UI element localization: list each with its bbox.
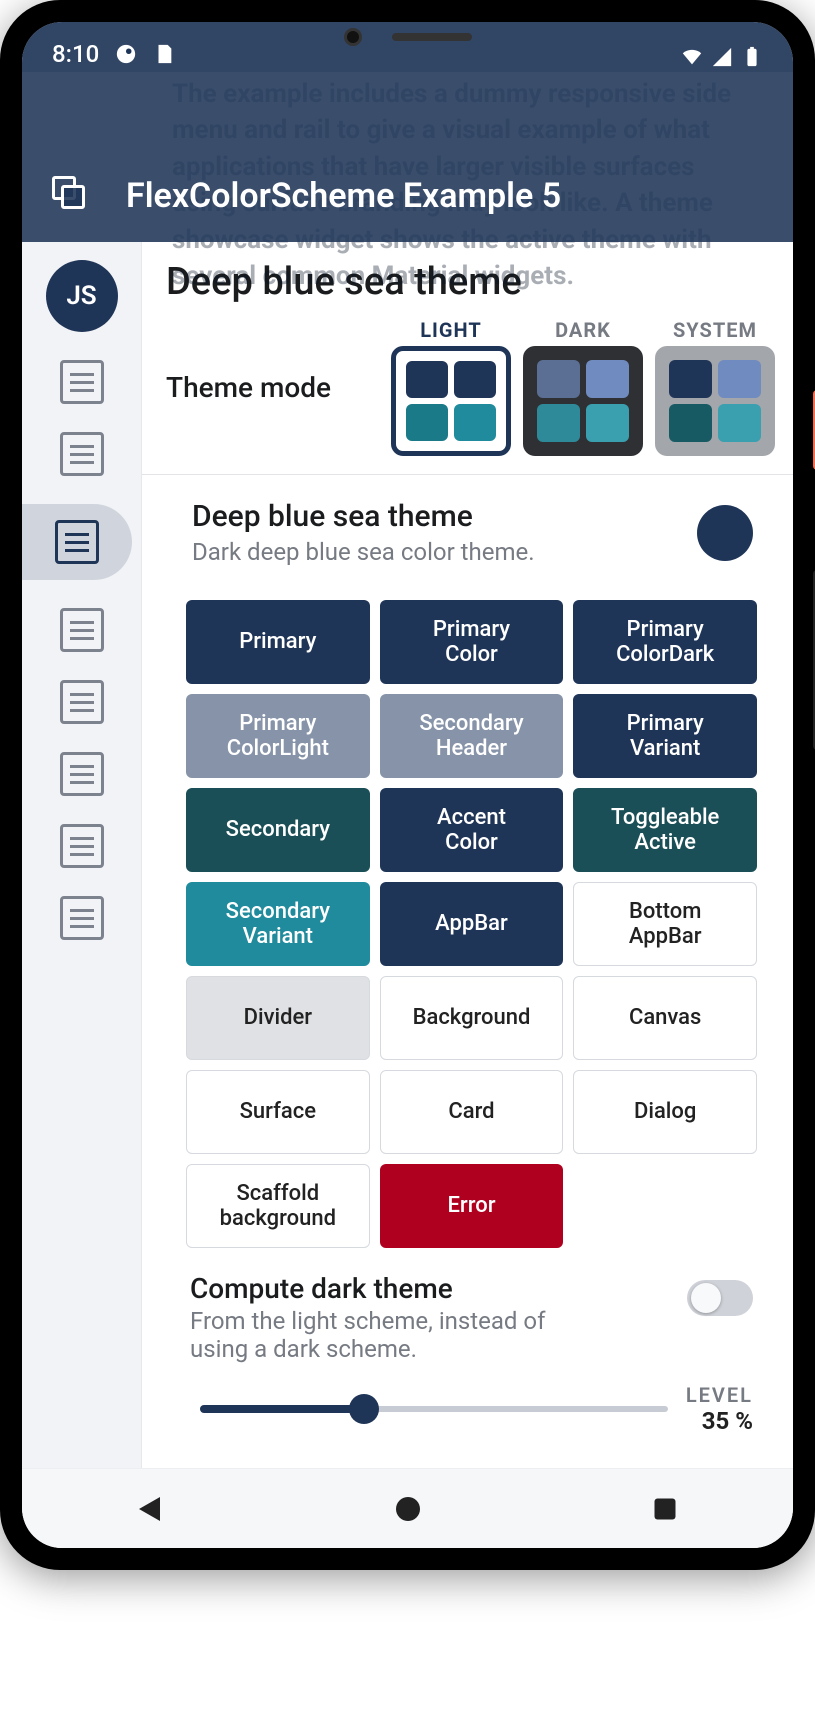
theme-mode-dark-label: DARK — [555, 318, 611, 342]
theme-mode-label: Theme mode — [166, 371, 331, 404]
status-icon-app — [115, 43, 137, 65]
color-chip[interactable]: Secondary Header — [380, 694, 564, 778]
app-bar: FlexColorScheme Example 5 — [22, 72, 793, 242]
divider — [142, 474, 793, 475]
phone-screen: 8:10 The example include — [22, 22, 793, 1548]
android-nav-bar — [22, 1468, 793, 1548]
theme-mode-light-label: LIGHT — [420, 318, 482, 342]
rail-item-1[interactable] — [60, 360, 104, 404]
rail-item-2[interactable] — [60, 432, 104, 476]
color-chip[interactable]: Primary Color — [380, 600, 564, 684]
color-grid: PrimaryPrimary ColorPrimary ColorDark Pri… — [160, 572, 775, 1248]
avatar-initials: JS — [66, 281, 96, 311]
color-chip[interactable]: Toggleable Active — [573, 788, 757, 872]
notch — [328, 22, 488, 52]
theme-mode-selectors: LIGHT DARK SYSTEM — [391, 318, 775, 456]
color-chip[interactable]: Primary Variant — [573, 694, 757, 778]
content-row: JS Deep blue sea theme Theme mode LIGHT — [22, 242, 793, 1468]
rail-item-8[interactable] — [60, 896, 104, 940]
compute-dark-row: Compute dark theme From the light scheme… — [160, 1248, 775, 1363]
status-time: 8:10 — [52, 40, 99, 68]
color-chip[interactable]: Surface — [186, 1070, 370, 1154]
sd-card-icon — [153, 43, 175, 65]
app-bar-title: FlexColorScheme Example 5 — [126, 176, 561, 216]
theme-mode-light[interactable]: LIGHT — [391, 318, 511, 456]
color-chip[interactable]: Bottom AppBar — [573, 882, 757, 966]
color-chip[interactable]: Background — [380, 976, 564, 1060]
main-content[interactable]: Deep blue sea theme Theme mode LIGHT DAR… — [142, 242, 793, 1468]
color-chip[interactable]: Primary ColorLight — [186, 694, 370, 778]
nav-recent[interactable] — [647, 1491, 683, 1527]
color-chip[interactable]: Error — [380, 1164, 564, 1248]
rail-item-6[interactable] — [60, 752, 104, 796]
nav-home[interactable] — [390, 1491, 426, 1527]
compute-title: Compute dark theme — [190, 1272, 675, 1305]
theme-mode-row: Theme mode LIGHT DARK SYSTEM — [166, 318, 775, 456]
menu-icon[interactable] — [52, 176, 92, 216]
theme-mode-dark[interactable]: DARK — [523, 318, 643, 456]
theme-mode-system-swatch — [655, 346, 775, 456]
theme-name: Deep blue sea theme — [192, 499, 535, 534]
avatar[interactable]: JS — [46, 260, 118, 332]
color-chip[interactable]: AppBar — [380, 882, 564, 966]
camera-dot — [344, 28, 362, 46]
color-chip[interactable]: Primary ColorDark — [573, 600, 757, 684]
theme-mode-dark-swatch — [523, 346, 643, 456]
color-chip[interactable]: Card — [380, 1070, 564, 1154]
color-chip[interactable]: Secondary Variant — [186, 882, 370, 966]
theme-color-dot — [697, 505, 753, 561]
level-value: 35 % — [686, 1407, 753, 1435]
rail-item-7[interactable] — [60, 824, 104, 868]
theme-header[interactable]: Deep blue sea theme Dark deep blue sea c… — [160, 493, 775, 572]
page-title: Deep blue sea theme — [166, 260, 775, 304]
phone-frame: 8:10 The example include — [0, 0, 815, 1570]
theme-desc: Dark deep blue sea color theme. — [192, 538, 535, 566]
color-chip[interactable]: Divider — [186, 976, 370, 1060]
rail-item-5[interactable] — [60, 680, 104, 724]
level-label: LEVEL — [686, 1383, 753, 1407]
color-chip[interactable]: Accent Color — [380, 788, 564, 872]
color-chip[interactable]: Primary — [186, 600, 370, 684]
level-slider[interactable] — [200, 1391, 668, 1427]
color-chip[interactable]: Canvas — [573, 976, 757, 1060]
nav-back[interactable] — [133, 1491, 169, 1527]
theme-mode-system[interactable]: SYSTEM — [655, 318, 775, 456]
theme-mode-system-label: SYSTEM — [673, 318, 757, 342]
rail-item-4[interactable] — [60, 608, 104, 652]
speaker-slot — [392, 33, 472, 41]
compute-switch[interactable] — [687, 1280, 753, 1316]
color-chip[interactable]: Secondary — [186, 788, 370, 872]
signal-icon — [711, 46, 733, 68]
navigation-rail: JS — [22, 242, 142, 1468]
compute-desc: From the light scheme, instead of using … — [190, 1307, 590, 1363]
wifi-icon — [681, 46, 703, 68]
color-chip[interactable]: Dialog — [573, 1070, 757, 1154]
color-chip[interactable]: Scaffold background — [186, 1164, 370, 1248]
theme-mode-light-swatch — [391, 346, 511, 456]
rail-item-3-active[interactable] — [22, 504, 132, 580]
level-slider-row: LEVEL 35 % — [160, 1363, 775, 1435]
battery-icon — [741, 46, 763, 68]
